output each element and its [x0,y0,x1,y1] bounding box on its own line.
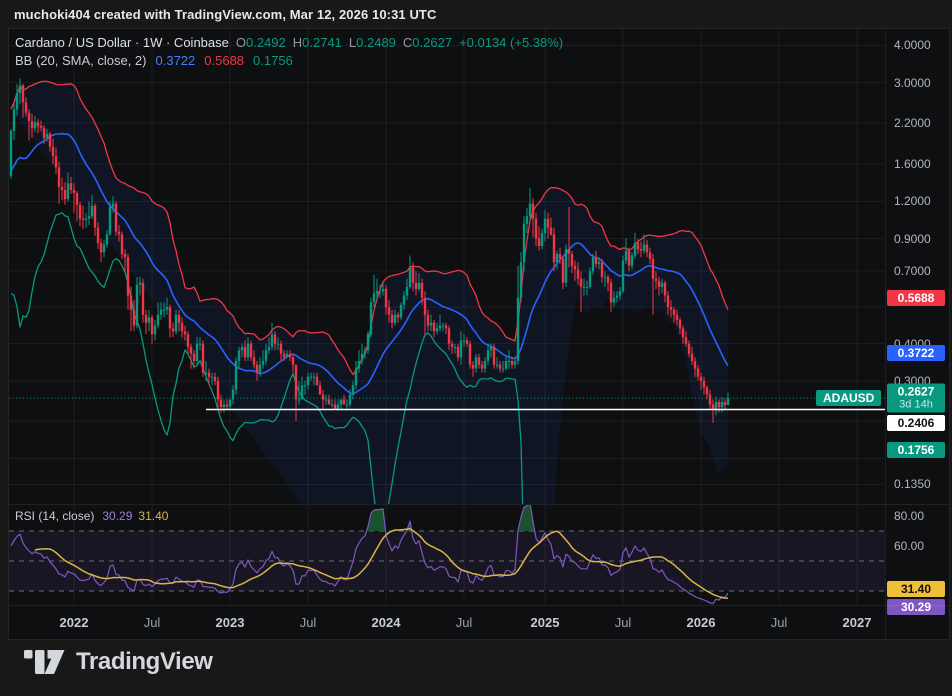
price-tick-label: 1.6000 [894,157,931,172]
rsi-tick-label: 60.00 [894,539,925,553]
footer: TradingView [24,648,213,676]
price-tick-label: 4.0000 [894,38,931,53]
time-axis-separator [9,605,949,606]
chart-widget: Cardano / US Dollar · 1W · Coinbase O0.24… [8,28,950,640]
price-pane-canvas[interactable] [9,29,885,504]
price-line-symbol-label: ADAUSD [816,390,882,407]
attribution-bar: muchoki404 created with TradingView.com,… [14,7,437,22]
rsi-axis-badge: 30.29 [887,598,945,615]
close-label: C [402,35,413,50]
time-tick-label: Jul [299,615,317,630]
high-value: 0.2741 [302,35,342,50]
open-label: O [235,35,246,50]
rsi-indicator-title[interactable]: RSI (14, close) [15,509,94,523]
bb-legend-row: BB (20, SMA, close, 2) 0.3722 0.5688 0.1756 [15,52,563,70]
time-tick-label: Jul [770,615,788,630]
rsi-value: 30.29 [102,509,133,523]
symbol-title[interactable]: Cardano / US Dollar · 1W · Coinbase [15,35,229,50]
main-legend: Cardano / US Dollar · 1W · Coinbase O0.24… [15,34,563,70]
bb-basis-value: 0.3722 [155,53,196,68]
open-value: 0.2492 [245,35,286,50]
price-tick-label: 3.0000 [894,75,931,90]
price-scale[interactable]: 4.0000 3.0000 2.2000 1.6000 1.2000 0.9000 0.70… [885,29,949,504]
price-tick-label: 2.2000 [894,115,931,130]
price-tick-label: 0.7000 [894,264,931,279]
time-tick-label: 2027 [842,615,872,630]
tradingview-logo-icon[interactable] [24,650,65,674]
rsi-axis-badge: 31.40 [887,580,945,597]
rsi-legend: RSI (14, close) 30.29 31.40 [15,509,168,523]
rsi-scale[interactable]: 80.00 60.00 31.40 30.29 [885,505,949,615]
rsi-tick-label: 80.00 [894,509,925,523]
price-tick-label: 1.2000 [894,194,931,209]
pane-separator[interactable] [9,504,949,505]
high-label: H [292,35,303,50]
price-axis-badge: 0.5688 [887,290,945,307]
time-tick-label: 2024 [371,615,401,630]
time-tick-label: Jul [455,615,473,630]
rsi-ma-value: 31.40 [138,509,169,523]
time-tick-label: 2025 [530,615,560,630]
price-axis-badge: 0.1756 [887,442,945,459]
close-value: 0.2627 [412,35,453,50]
price-scale-separator [885,29,886,639]
time-tick-label: 2022 [59,615,89,630]
screenshot-root: muchoki404 created with TradingView.com,… [0,0,952,696]
bb-upper-value: 0.5688 [204,53,245,68]
time-tick-label: Jul [143,615,161,630]
time-tick-label: 2023 [215,615,245,630]
price-axis-badge: 0.2627 3d 14h [887,383,945,413]
low-value: 0.2489 [356,35,396,50]
change-value: +0.0134 (+5.38%) [459,35,564,50]
tradingview-wordmark[interactable]: TradingView [76,648,213,676]
symbol-legend-row: Cardano / US Dollar · 1W · Coinbase O0.24… [15,34,563,52]
price-tick-label: 0.1350 [894,477,931,492]
time-tick-label: 2026 [686,615,716,630]
price-tick-label: 0.9000 [894,231,931,246]
price-axis-badge: 0.3722 [887,344,945,361]
price-countdown: 3d 14h [899,398,933,411]
time-tick-label: Jul [614,615,632,630]
bb-lower-value: 0.1756 [253,53,293,68]
bb-indicator-title[interactable]: BB (20, SMA, close, 2) [15,53,147,68]
time-axis[interactable]: 2022 Jul 2023 Jul 2024 Jul 2025 Jul 2026 Jul 2027 [9,605,885,639]
price-axis-badge: 0.2406 [887,414,945,431]
